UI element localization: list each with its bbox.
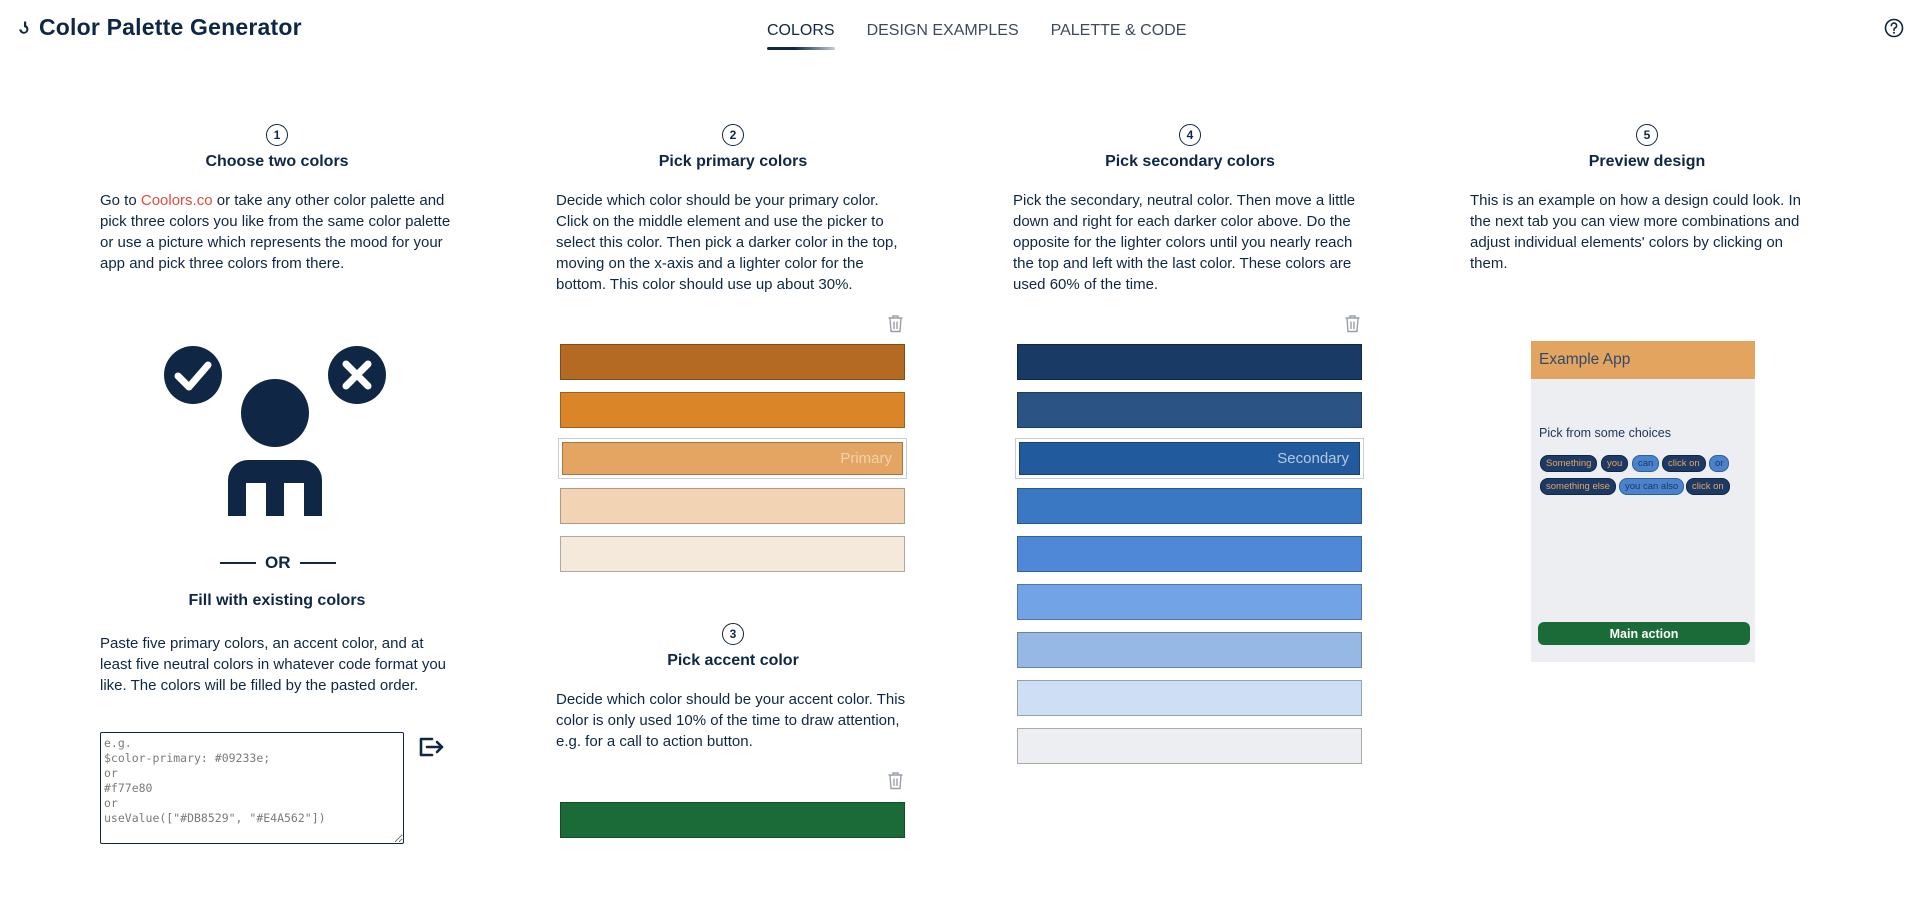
step1-section: 1 Choose two colors Go to Coolors.co or … — [100, 124, 454, 274]
secondary-swatch-main[interactable]: Secondary — [1015, 438, 1364, 479]
preview-app-title: Example App — [1539, 351, 1631, 368]
step3-title: Pick accent color — [667, 652, 799, 669]
trash-icon — [1345, 315, 1360, 333]
preview-chip[interactable]: something else — [1540, 478, 1616, 495]
or-label: OR — [265, 553, 291, 572]
step3-section: 3 Pick accent color Decide which color s… — [556, 623, 910, 752]
clear-primary-button[interactable] — [887, 314, 904, 338]
fill-existing-description: Paste five primary colors, an accent col… — [100, 635, 447, 694]
preview-chip[interactable]: you can also — [1619, 478, 1685, 495]
step4-description: Pick the secondary, neutral color. Then … — [1013, 192, 1356, 293]
import-icon — [419, 737, 444, 757]
step5-description: This is an example on how a design could… — [1470, 192, 1802, 272]
trash-icon — [888, 772, 903, 790]
main-nav: COLORS DESIGN EXAMPLES PALETTE & CODE — [767, 22, 1186, 50]
fill-existing-title: Fill with existing colors — [188, 592, 366, 609]
brand: Color Palette Generator — [17, 14, 302, 41]
choose-colors-illustration — [164, 346, 386, 516]
preview-app-bar[interactable]: Example App — [1531, 341, 1755, 379]
help-icon — [1884, 18, 1904, 38]
step1-number: 1 — [266, 124, 288, 146]
secondary-swatch-6[interactable] — [1017, 584, 1362, 620]
secondary-swatch-7[interactable] — [1017, 632, 1362, 668]
secondary-swatch-4[interactable] — [1017, 488, 1362, 524]
step5-title: Preview design — [1588, 153, 1706, 170]
secondary-swatch-5[interactable] — [1017, 536, 1362, 572]
step1-title: Choose two colors — [205, 153, 349, 170]
secondary-swatch-8[interactable] — [1017, 680, 1362, 716]
primary-swatch-main[interactable]: Primary — [558, 438, 907, 479]
close-icon — [328, 346, 386, 404]
step1-desc-prefix: Go to — [100, 192, 141, 209]
secondary-swatch-9[interactable] — [1017, 728, 1362, 764]
clear-accent-button[interactable] — [887, 771, 904, 795]
tab-design-examples[interactable]: DESIGN EXAMPLES — [867, 22, 1019, 50]
logo-icon — [19, 21, 29, 34]
step2-section: 2 Pick primary colors Decide which color… — [556, 124, 910, 295]
step2-number: 2 — [722, 124, 744, 146]
secondary-swatch-2[interactable] — [1017, 392, 1362, 428]
step4-number: 4 — [1179, 124, 1201, 146]
person-icon — [228, 379, 322, 516]
design-preview: Example App Pick from some choices Somet… — [1531, 341, 1755, 662]
preview-chip[interactable]: Something — [1540, 455, 1598, 472]
preview-chip[interactable]: or — [1709, 455, 1730, 472]
step2-title: Pick primary colors — [658, 153, 808, 170]
step3-number: 3 — [722, 623, 744, 645]
primary-swatch-1[interactable] — [560, 344, 905, 380]
step4-title: Pick secondary colors — [1105, 153, 1275, 170]
primary-swatch-5[interactable] — [560, 536, 905, 572]
tab-palette-code[interactable]: PALETTE & CODE — [1051, 22, 1187, 50]
paste-colors-input[interactable] — [100, 732, 404, 844]
preview-main-action-button[interactable]: Main action — [1538, 622, 1750, 645]
secondary-label: Secondary — [1277, 450, 1349, 467]
preview-chip[interactable]: click on — [1686, 478, 1730, 495]
check-icon — [164, 346, 222, 404]
primary-label: Primary — [840, 450, 892, 467]
step5-number: 5 — [1636, 124, 1658, 146]
preview-prompt: Pick from some choices — [1539, 426, 1671, 440]
coolors-link[interactable]: Coolors.co — [141, 192, 213, 209]
clear-secondary-button[interactable] — [1344, 314, 1361, 338]
trash-icon — [888, 315, 903, 333]
app-title: Color Palette Generator — [39, 14, 302, 40]
step3-description: Decide which color should be your accent… — [556, 691, 906, 750]
primary-swatch-4[interactable] — [560, 488, 905, 524]
secondary-swatch-1[interactable] — [1017, 344, 1362, 380]
step2-description: Decide which color should be your primar… — [556, 192, 898, 293]
step1-description: Go to Coolors.co or take any other color… — [100, 190, 454, 274]
apply-pasted-colors-button[interactable] — [418, 735, 446, 764]
preview-chip[interactable]: click on — [1662, 455, 1706, 472]
primary-swatch-2[interactable] — [560, 392, 905, 428]
or-divider: OR — [220, 553, 336, 573]
help-button[interactable] — [1884, 18, 1904, 43]
step5-section: 5 Preview design This is an example on h… — [1470, 124, 1824, 274]
accent-swatch[interactable] — [560, 802, 905, 838]
preview-chip[interactable]: you — [1601, 455, 1629, 472]
step4-section: 4 Pick secondary colors Pick the seconda… — [1013, 124, 1367, 295]
tab-colors[interactable]: COLORS — [767, 22, 835, 50]
preview-chip[interactable]: can — [1632, 455, 1660, 472]
